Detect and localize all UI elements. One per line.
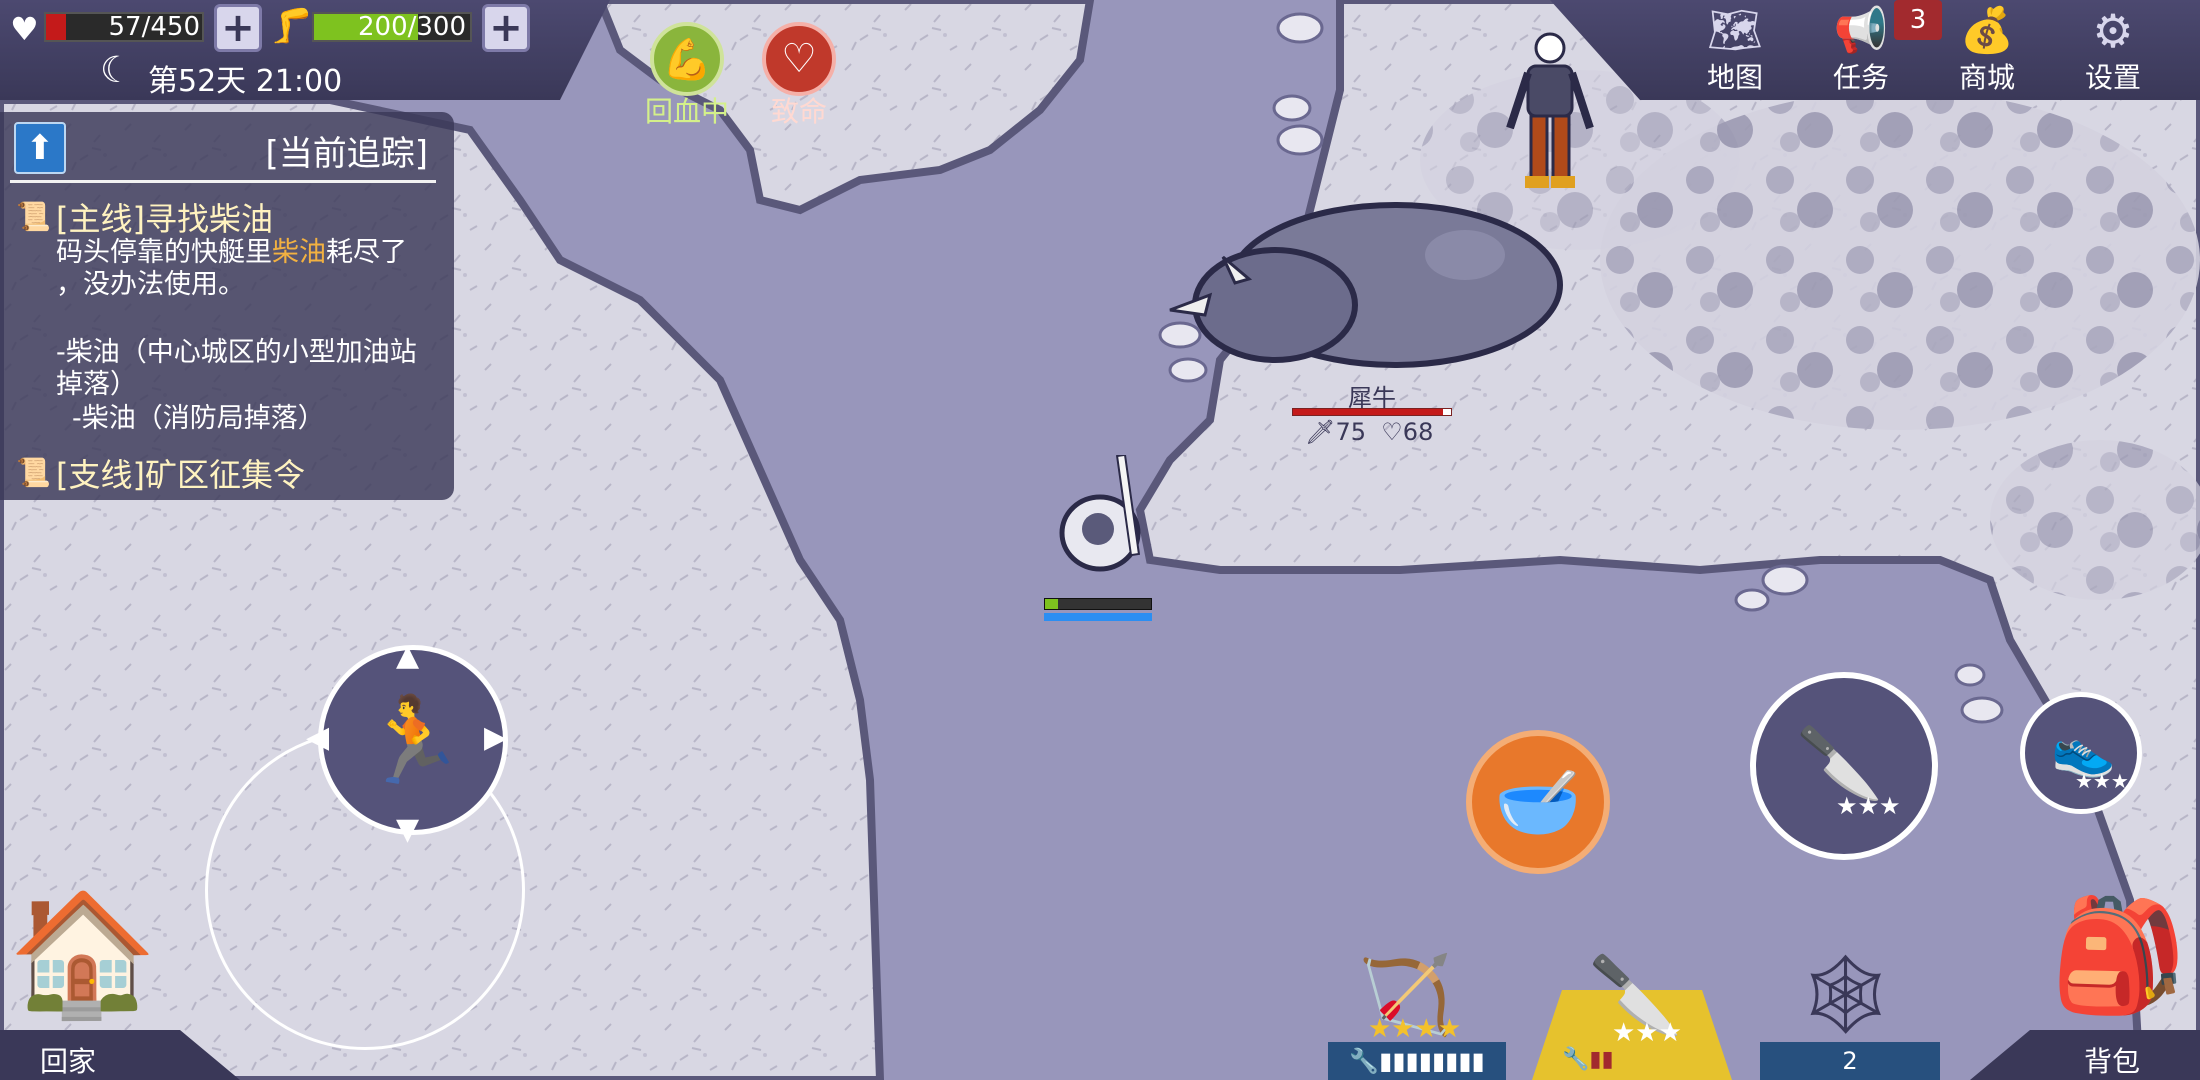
sword-icon: 🗡 xyxy=(1305,418,1336,446)
mortar-craft-button[interactable]: 🥣 xyxy=(1466,730,1610,874)
heart-fatal-icon[interactable]: ♡ xyxy=(762,22,836,96)
arrow-left-icon: ◀ xyxy=(306,720,330,755)
add-health-button[interactable]: + xyxy=(214,4,262,52)
home-label[interactable]: 回家 xyxy=(40,1040,96,1080)
coins-icon: 💰 xyxy=(1959,5,2015,56)
enemy-hp: 68 xyxy=(1402,418,1434,446)
menu-settings-label: 设置 xyxy=(2084,61,2141,94)
run-joystick-knob[interactable]: 🏃 xyxy=(318,645,508,835)
collapse-arrow-icon[interactable]: ⬆ xyxy=(14,122,66,174)
rhino-enemy[interactable] xyxy=(1165,195,1575,375)
menu-shop-label: 商城 xyxy=(1958,61,2015,94)
slot-spiderweb[interactable]: 🕸 2 xyxy=(1760,950,1940,1080)
spiderweb-count: 2 xyxy=(1760,1042,1940,1080)
slot-crossbow[interactable]: 🏹 ★★★★ 🔧▮▮▮▮▮▮▮▮ xyxy=(1328,950,1506,1080)
stamina-icon: 🦵 xyxy=(270,6,313,46)
quest-panel-header: [当前追踪] xyxy=(265,134,428,174)
weapon-stars: ★★★ xyxy=(1836,792,1901,820)
menu-shop[interactable]: 💰 商城 xyxy=(1932,4,2042,100)
player-energy-bar xyxy=(1044,613,1152,621)
quest-req-1-line-2: 掉落） xyxy=(56,369,137,400)
menu-tasks-label: 任务 xyxy=(1832,61,1889,94)
add-stamina-button[interactable]: + xyxy=(482,4,530,52)
status-regen-label: 回血中 xyxy=(644,95,729,128)
health-value: 57/450 xyxy=(108,12,200,42)
quest-scroll-icon: 📜 xyxy=(16,456,51,489)
wrench-icon: 🔧 xyxy=(1562,1047,1590,1072)
arrow-up-icon: ▲ xyxy=(396,638,420,673)
bag-label[interactable]: 背包 xyxy=(2084,1040,2140,1080)
slot-machete[interactable]: 🔪 ★★★ 🔧▮▮ xyxy=(1532,950,1732,1080)
enemy-hp-bar xyxy=(1292,408,1452,416)
gear-icon: ⚙ xyxy=(2092,4,2134,58)
spiderweb-icon: 🕸 xyxy=(1796,950,1896,1040)
main-quest-desc-2: ，没办法使用。 xyxy=(56,269,245,300)
arrow-down-icon: ▼ xyxy=(396,812,420,847)
kick-stars: ★★★ xyxy=(2075,769,2129,793)
map-icon: 🗺 xyxy=(1707,5,1763,56)
machete-durability: 🔧▮▮ xyxy=(1562,1047,1614,1072)
quest-req-1-line-1: -柴油（中心城区的小型加油站 xyxy=(56,337,417,368)
player-energy-fill xyxy=(1044,613,1152,621)
enemy-stats: 🗡75 ♡68 xyxy=(1305,418,1433,446)
main-quest-desc-1: 码头停靠的快艇里柴油耗尽了 xyxy=(56,237,407,268)
backpack-icon[interactable]: 🎒 xyxy=(2050,880,2187,1030)
day-time: 第52天 21:00 xyxy=(148,64,343,99)
survivor-npc[interactable] xyxy=(1495,28,1605,198)
attack-machete-button[interactable]: 🔪 ★★★ xyxy=(1750,672,1938,860)
house-icon[interactable]: 🏠 xyxy=(8,880,157,1030)
quest-divider xyxy=(10,180,436,183)
kick-button[interactable]: 👟 ★★★ xyxy=(2020,692,2142,814)
menu-map[interactable]: 🗺 地图 xyxy=(1680,4,1790,100)
heart-icon: ♥ xyxy=(10,10,39,48)
arrow-right-icon: ▶ xyxy=(484,720,508,755)
quest-req-2: -柴油（消防局掉落） xyxy=(72,403,325,434)
main-quest-title[interactable]: [主线]寻找柴油 xyxy=(56,194,273,240)
heart-icon: ♡ xyxy=(1381,418,1403,446)
quest-panel[interactable]: ⬆ [当前追踪] 📜 [主线]寻找柴油 码头停靠的快艇里柴油耗尽了 ，没办法使用… xyxy=(0,112,454,500)
machete-stars: ★★★ xyxy=(1612,1018,1682,1048)
enemy-attack: 75 xyxy=(1335,418,1367,446)
wrench-icon: 🔧 xyxy=(1349,1047,1380,1075)
muscle-regen-icon[interactable]: 💪 xyxy=(650,22,724,96)
game-screen: 犀牛 🗡75 ♡68 ♥ 57/450 + 🦵 200/300 + ☾ 第52天… xyxy=(0,0,2200,1080)
moon-icon: ☾ xyxy=(100,50,133,91)
menu-map-label: 地图 xyxy=(1706,61,1763,94)
stamina-value: 200/300 xyxy=(357,12,466,42)
quest-scroll-icon: 📜 xyxy=(16,200,51,233)
menu-settings[interactable]: ⚙ 设置 xyxy=(2058,4,2168,100)
player-health-fill xyxy=(1045,599,1058,609)
status-fatal-label: 致命 xyxy=(770,95,827,128)
crossbow-stars: ★★★★ xyxy=(1368,1014,1462,1044)
side-quest-title[interactable]: [支线]矿区征集令 xyxy=(56,450,305,496)
crossbow-durability: 🔧▮▮▮▮▮▮▮▮ xyxy=(1328,1042,1506,1080)
enemy-hp-fill xyxy=(1293,409,1444,415)
player-character xyxy=(1059,455,1141,572)
player-health-bar xyxy=(1044,598,1152,610)
